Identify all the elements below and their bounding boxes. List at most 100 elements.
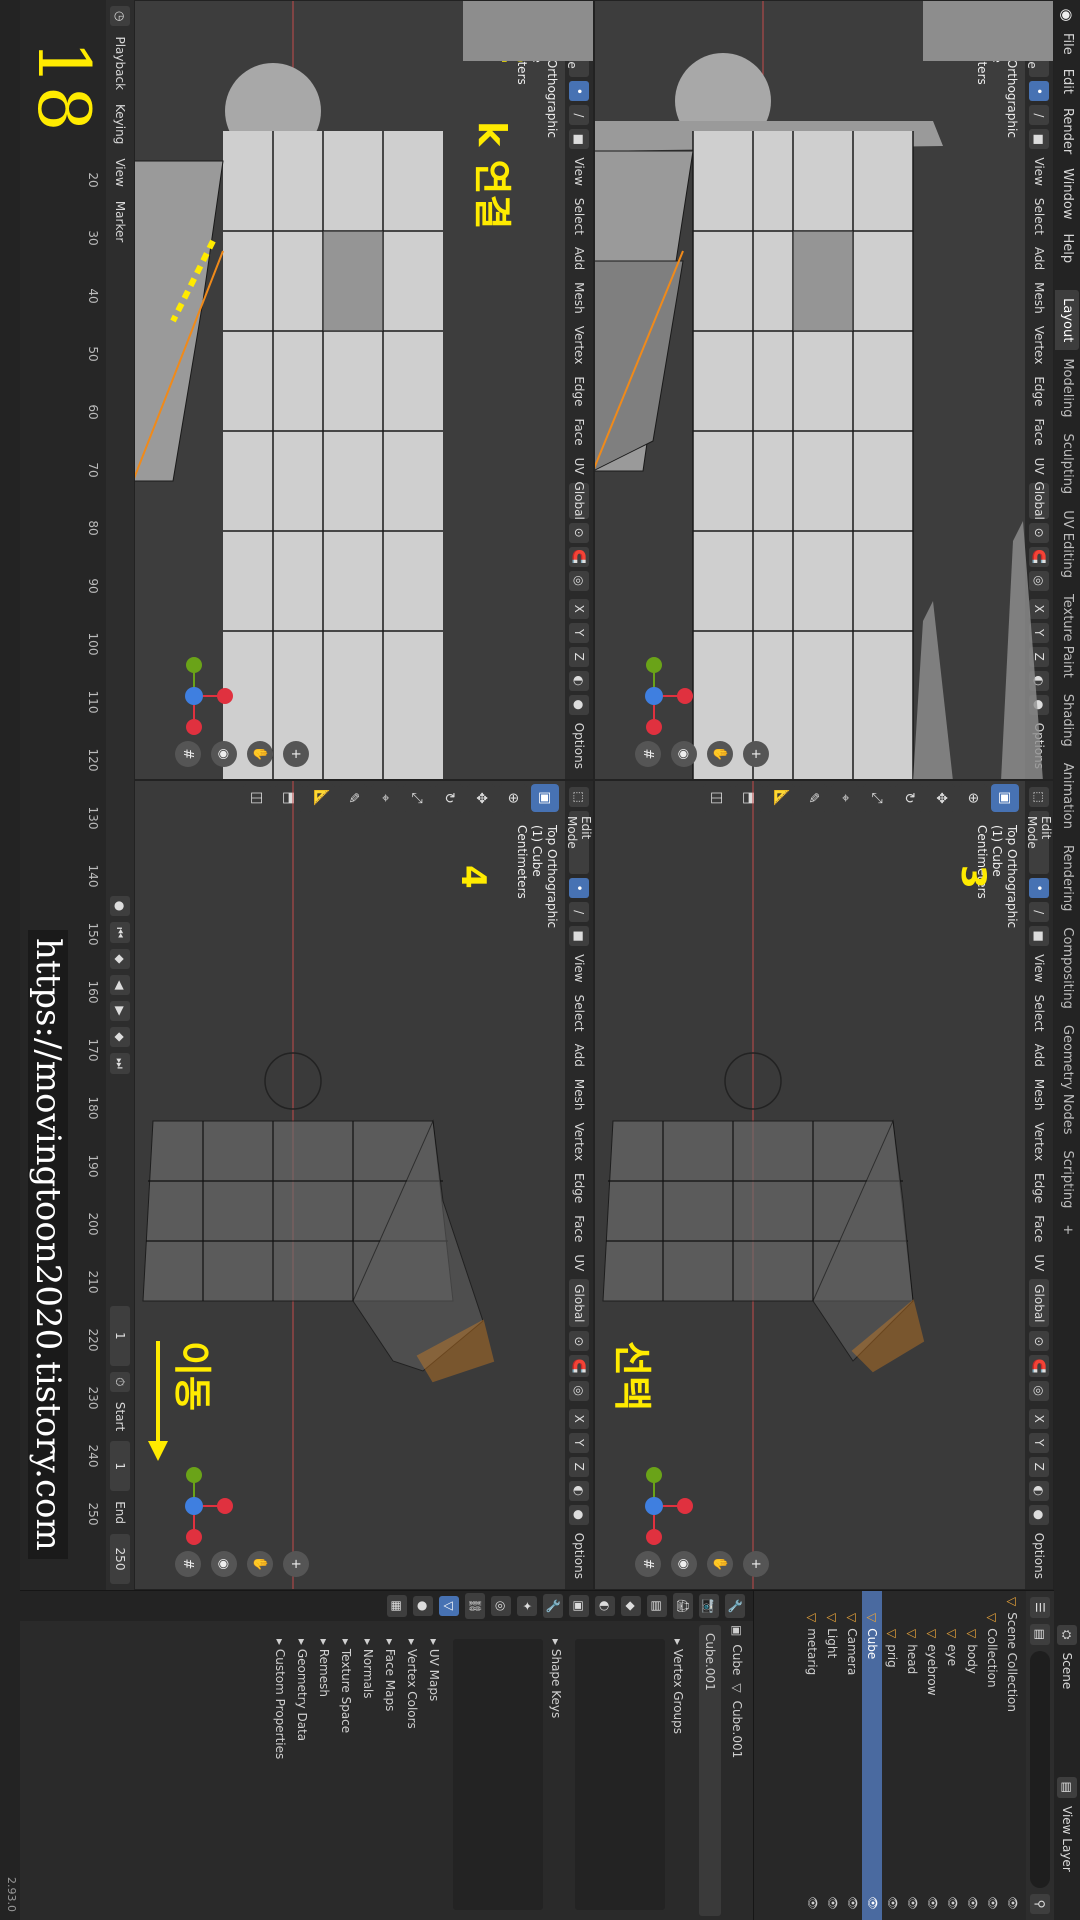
grid-icon[interactable]: #: [635, 741, 661, 767]
expand-arrow-icon[interactable]: ▸: [273, 1639, 287, 1649]
visibility-eye-icon[interactable]: 👁: [942, 1896, 962, 1910]
constraints-tab-icon[interactable]: ⛓: [465, 1593, 485, 1619]
expand-arrow-icon[interactable]: ▸: [549, 1639, 563, 1649]
outliner-item[interactable]: ▽ prig 👁: [882, 1591, 902, 1920]
render-tab-icon[interactable]: 📷: [699, 1593, 719, 1619]
property-section[interactable]: ▸ UV Maps: [423, 1625, 445, 1916]
visibility-eye-icon[interactable]: 👁: [1002, 1896, 1022, 1910]
view-layer-selector[interactable]: View Layer: [1060, 1802, 1074, 1920]
tab-texture-paint[interactable]: Texture Paint: [1055, 586, 1079, 686]
expand-arrow-icon[interactable]: ▸: [317, 1639, 331, 1649]
property-section[interactable]: ▸ Texture Space: [335, 1625, 357, 1916]
object-tab-icon[interactable]: ▣: [569, 1595, 589, 1617]
outliner-editor-icon[interactable]: ☰: [1030, 1597, 1050, 1618]
menu-edit[interactable]: Edit: [1055, 62, 1079, 101]
view-layer-icon[interactable]: ▤: [1057, 1776, 1077, 1798]
world-tab-icon[interactable]: ◐: [595, 1595, 615, 1617]
tab-uv-editing[interactable]: UV Editing: [1055, 502, 1079, 586]
navigation-gizmo[interactable]: [151, 653, 237, 739]
timeline[interactable]: ◷ Playback Keying View Marker ● ⏮ ◆ ◀ ▶ …: [0, 0, 134, 1590]
texture-tab-icon[interactable]: ▦: [387, 1595, 407, 1617]
navigation-gizmo[interactable]: [151, 1463, 237, 1549]
mesh-datablock-field[interactable]: Cube.001: [699, 1625, 721, 1916]
grid-icon[interactable]: #: [635, 1551, 661, 1577]
list-box[interactable]: [575, 1639, 665, 1910]
outliner-search[interactable]: [1030, 1651, 1050, 1888]
scene-icon[interactable]: ⛭: [1057, 1624, 1077, 1645]
property-section[interactable]: ▸ Normals: [357, 1625, 379, 1916]
visibility-eye-icon[interactable]: 👁: [902, 1896, 922, 1910]
visibility-eye-icon[interactable]: 👁: [882, 1896, 902, 1910]
visibility-eye-icon[interactable]: 👁: [982, 1896, 1002, 1910]
add-workspace-button[interactable]: +: [1055, 1216, 1079, 1243]
physics-tab-icon[interactable]: ◎: [491, 1595, 511, 1617]
tab-sculpting[interactable]: Sculpting: [1055, 425, 1079, 502]
scene-selector[interactable]: Scene: [1060, 1649, 1074, 1777]
property-section[interactable]: ▸ Face Maps: [379, 1625, 401, 1916]
zoom-icon[interactable]: +: [743, 1551, 769, 1577]
property-section[interactable]: ▸ Custom Properties: [269, 1625, 291, 1916]
tab-layout[interactable]: Layout: [1055, 290, 1079, 351]
zoom-icon[interactable]: +: [743, 741, 769, 767]
blender-logo-icon[interactable]: ◉: [1058, 4, 1076, 26]
grid-icon[interactable]: #: [175, 741, 201, 767]
visibility-eye-icon[interactable]: 👁: [962, 1896, 982, 1910]
expand-arrow-icon[interactable]: ▸: [405, 1639, 419, 1649]
tool-tab-icon[interactable]: 🔧: [725, 1593, 745, 1619]
list-box[interactable]: [453, 1639, 543, 1910]
output-tab-icon[interactable]: 🖨: [673, 1593, 693, 1619]
expand-arrow-icon[interactable]: ▸: [383, 1639, 397, 1649]
tab-shading[interactable]: Shading: [1055, 686, 1079, 755]
menu-file[interactable]: File: [1055, 26, 1079, 62]
mesh-data-tab-icon[interactable]: ▽: [439, 1596, 459, 1616]
filter-icon[interactable]: ⚲: [1030, 1894, 1050, 1914]
visibility-eye-icon[interactable]: 👁: [922, 1896, 942, 1910]
outliner-item[interactable]: ▽ Scene Collection 👁: [1002, 1591, 1022, 1920]
pan-hand-icon[interactable]: ✋: [247, 1551, 273, 1577]
pan-hand-icon[interactable]: ✋: [707, 741, 733, 767]
visibility-eye-icon[interactable]: 👁: [822, 1896, 842, 1910]
camera-view-icon[interactable]: ◉: [671, 1551, 697, 1577]
property-section[interactable]: ▸ Remesh: [313, 1625, 335, 1916]
navigation-gizmo[interactable]: [611, 653, 697, 739]
property-section[interactable]: ▸ Shape Keys: [545, 1625, 567, 1916]
visibility-eye-icon[interactable]: 👁: [842, 1896, 862, 1910]
expand-arrow-icon[interactable]: ▸: [361, 1639, 375, 1649]
viewport-3[interactable]: ⬚ Edit Mode • / ■ View Select Add Mesh V…: [594, 780, 1054, 1590]
camera-view-icon[interactable]: ◉: [211, 741, 237, 767]
menu-window[interactable]: Window: [1055, 161, 1079, 226]
zoom-icon[interactable]: +: [283, 1551, 309, 1577]
visibility-eye-icon[interactable]: 👁: [802, 1896, 822, 1910]
expand-arrow-icon[interactable]: ▸: [427, 1639, 441, 1649]
outliner-item[interactable]: ▽ Light 👁: [822, 1591, 842, 1920]
tab-modeling[interactable]: Modeling: [1055, 350, 1079, 425]
scene-tab-icon[interactable]: ◆: [621, 1596, 641, 1616]
viewport-2[interactable]: ⬚ Edit Mode • / ■ View Select Add Mesh V…: [134, 0, 594, 780]
expand-arrow-icon[interactable]: ▸: [295, 1639, 309, 1649]
menu-help[interactable]: Help: [1055, 227, 1079, 271]
properties-editor[interactable]: 🔧 📷 🖨 ▤ ◆ ◐ ▣ 🔧 ✦ ◎ ⛓ ▽ ● ▦ ▣ Cube ▽ Cub…: [11, 1590, 754, 1920]
outliner-item[interactable]: ▽ Cube 👁: [862, 1591, 882, 1920]
tab-scripting[interactable]: Scripting: [1055, 1143, 1079, 1217]
property-section[interactable]: ▸ Vertex Groups: [667, 1625, 689, 1916]
outliner-item[interactable]: ▽ eye 👁: [942, 1591, 962, 1920]
outliner-item[interactable]: ▽ metarig 👁: [802, 1591, 822, 1920]
modifier-tab-icon[interactable]: 🔧: [543, 1593, 563, 1619]
display-mode-icon[interactable]: ▤: [1030, 1623, 1050, 1646]
pan-hand-icon[interactable]: ✋: [707, 1551, 733, 1577]
viewport-1[interactable]: ⬚ Edit Mode • / ■ View Select Add Mesh V…: [594, 0, 1054, 780]
expand-arrow-icon[interactable]: ▸: [671, 1639, 685, 1649]
navigation-gizmo[interactable]: [611, 1463, 697, 1549]
tab-rendering[interactable]: Rendering: [1055, 837, 1079, 919]
property-section[interactable]: ▸ Vertex Colors: [401, 1625, 423, 1916]
timeline-ruler[interactable]: 20 30 40 50 60 70 80 90 100 110 120 130 140 150 160 170…: [74, 0, 134, 1590]
tab-compositing[interactable]: Compositing: [1055, 919, 1079, 1017]
menu-render[interactable]: Render: [1055, 101, 1079, 161]
property-section[interactable]: ▸ Geometry Data: [291, 1625, 313, 1916]
grid-icon[interactable]: #: [175, 1551, 201, 1577]
outliner-item[interactable]: ▽ head 👁: [902, 1591, 922, 1920]
particles-tab-icon[interactable]: ✦: [517, 1595, 537, 1617]
outliner-item[interactable]: ▽ eyebrow 👁: [922, 1591, 942, 1920]
tab-animation[interactable]: Animation: [1055, 755, 1079, 837]
expand-arrow-icon[interactable]: ▸: [339, 1639, 353, 1649]
